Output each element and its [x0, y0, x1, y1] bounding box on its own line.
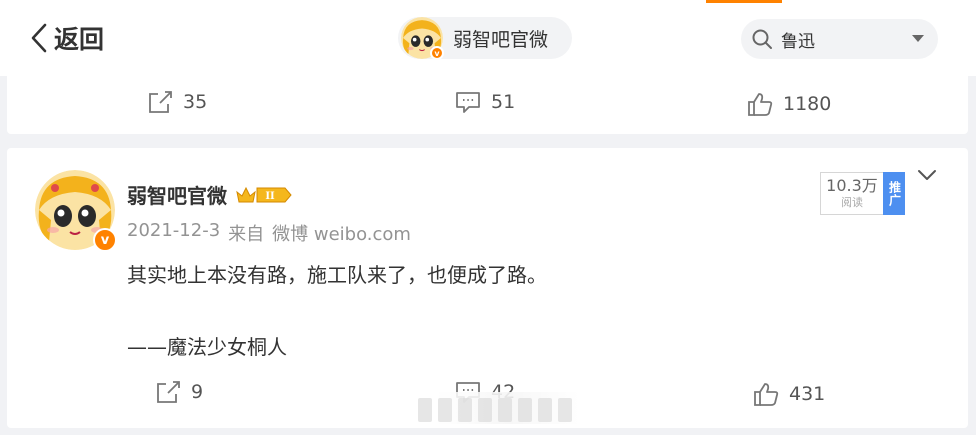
active-tab-indicator	[706, 0, 782, 3]
post-text-line2: ——魔法少女桐人	[127, 335, 287, 359]
like-count: 431	[789, 383, 826, 405]
repost-icon	[149, 91, 172, 113]
author-row: 弱智吧官微 II	[127, 180, 293, 209]
placeholder-bar	[538, 398, 552, 422]
repost-icon	[157, 381, 180, 403]
repost-button[interactable]: 35	[147, 90, 207, 114]
avatar: v	[401, 17, 444, 60]
promote-label: 推广	[887, 180, 902, 207]
level-badge-text: II	[265, 191, 275, 202]
read-count-widget: 10.3万 阅读 推广	[820, 172, 905, 215]
read-count: 10.3万	[826, 176, 878, 195]
repost-count: 35	[183, 91, 208, 113]
author-name[interactable]: 弱智吧官微	[127, 180, 227, 209]
verified-badge-icon: v	[93, 228, 117, 252]
placeholder-bar	[458, 398, 472, 422]
author-avatar[interactable]: v	[35, 170, 117, 252]
source-prefix: 来自	[228, 224, 265, 245]
user-profile-pill[interactable]: v 弱智吧官微	[398, 17, 572, 60]
like-icon	[754, 383, 779, 406]
search-input[interactable]	[781, 29, 901, 49]
back-chevron-icon	[31, 23, 47, 53]
search-box[interactable]	[741, 19, 938, 59]
like-button[interactable]: 1180	[747, 92, 831, 116]
dropdown-arrow-icon[interactable]	[912, 35, 924, 42]
placeholder-bar	[498, 398, 512, 422]
promote-button[interactable]: 推广	[883, 172, 905, 215]
comment-count: 51	[491, 91, 516, 113]
back-button[interactable]: 返回	[30, 20, 104, 56]
placeholder-bar	[518, 398, 532, 422]
expand-chevron-icon[interactable]	[916, 168, 938, 182]
back-label: 返回	[54, 25, 105, 54]
like-icon	[748, 93, 773, 116]
search-icon	[752, 29, 772, 49]
placeholder-bar	[478, 398, 492, 422]
top-navigation-bar: 返回 v 弱智吧官微	[0, 0, 976, 76]
previous-post-card: 35 51 1180	[7, 66, 968, 134]
comment-button[interactable]: 51	[455, 90, 515, 114]
comment-icon	[456, 92, 480, 113]
like-count: 1180	[783, 93, 832, 115]
loading-placeholder	[418, 398, 572, 422]
post-meta: 2021-12-3 来自 微博 weibo.com	[127, 220, 411, 246]
read-label: 阅读	[841, 196, 863, 209]
placeholder-bar	[558, 398, 572, 422]
post-card: v 弱智吧官微 II 2021-12-3 来自 微博 weibo.com 其实地…	[7, 148, 968, 428]
vip-crown-icon[interactable]: II	[235, 184, 293, 206]
repost-button[interactable]: 9	[155, 380, 203, 404]
post-source[interactable]: 微博 weibo.com	[272, 220, 411, 246]
user-name: 弱智吧官微	[453, 28, 549, 51]
post-text-line1: 其实地上本没有路，施工队来了，也便成了路。	[127, 263, 547, 287]
repost-count: 9	[191, 381, 204, 403]
placeholder-bar	[418, 398, 432, 422]
placeholder-bar	[438, 398, 452, 422]
post-date[interactable]: 2021-12-3	[127, 220, 220, 246]
verified-badge-icon: v	[430, 46, 444, 60]
read-count-box: 10.3万 阅读	[820, 172, 883, 215]
like-button[interactable]: 431	[753, 382, 825, 406]
